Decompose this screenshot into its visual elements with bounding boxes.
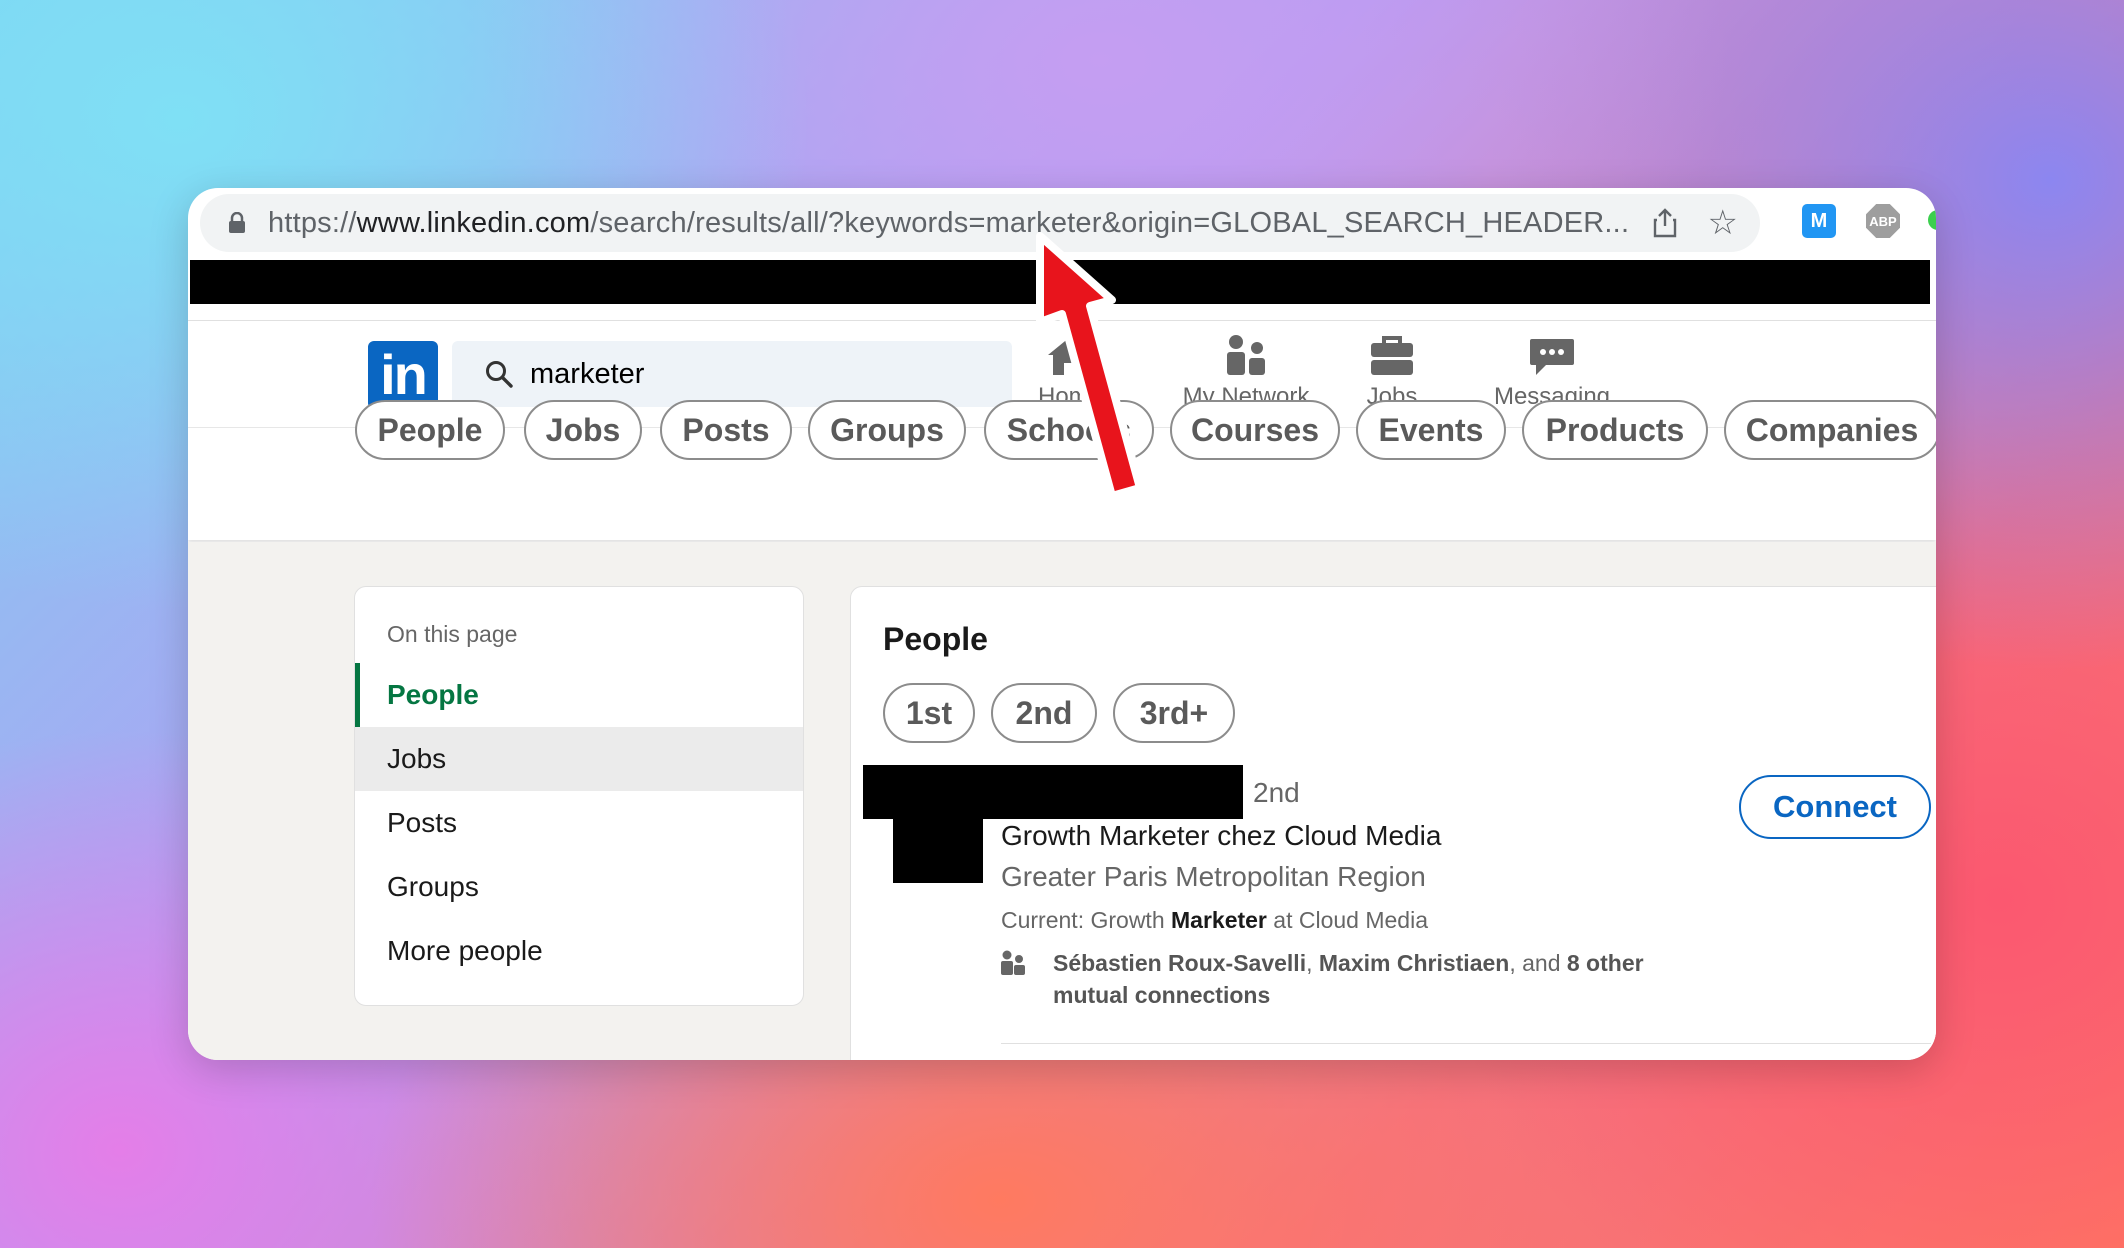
mutual-name-1: Sébastien Roux-Savelli	[1053, 950, 1307, 976]
filter-jobs[interactable]: Jobs	[524, 400, 642, 460]
sidebar-heading: On this page	[387, 621, 518, 647]
url-host: www.linkedin.com	[356, 206, 591, 239]
current-suffix: at Cloud Media	[1266, 907, 1428, 933]
search-icon	[484, 359, 514, 389]
sidebar-item-jobs[interactable]: Jobs	[355, 727, 803, 791]
url-text[interactable]: https://www.linkedin.com/search/results/…	[268, 207, 1629, 240]
connect-button[interactable]: Connect	[1739, 775, 1931, 839]
redacted-avatar	[893, 813, 983, 883]
result-location: Greater Paris Metropolitan Region	[1001, 861, 1426, 892]
current-prefix: Current: Growth	[1001, 907, 1171, 933]
mutual-name-2: Maxim Christiaen	[1318, 950, 1510, 976]
share-icon[interactable]	[1652, 208, 1678, 243]
redacted-bar	[190, 260, 1930, 304]
on-this-page-panel: On this page People Jobs Posts Groups Mo…	[354, 586, 804, 1006]
filter-3rd-plus[interactable]: 3rd+	[1113, 683, 1235, 743]
result-divider	[1001, 1043, 1931, 1044]
mutual-sep: ,	[1306, 950, 1319, 976]
search-box[interactable]	[452, 341, 1012, 407]
redacted-name	[863, 765, 1243, 819]
filter-1st[interactable]: 1st	[883, 683, 975, 743]
linkedin-logo[interactable]: in	[368, 341, 438, 409]
people-results-card: People 1st 2nd 3rd+ 2nd Growth Marketer …	[850, 586, 1936, 1060]
connection-degree: 2nd	[1253, 777, 1300, 808]
sidebar-item-posts[interactable]: Posts	[355, 791, 803, 855]
result-headline: Growth Marketer chez Cloud Media	[1001, 820, 1442, 851]
browser-window: https://www.linkedin.com/search/results/…	[188, 188, 1936, 1060]
filter-events[interactable]: Events	[1356, 400, 1506, 460]
network-icon	[1222, 333, 1270, 377]
adblock-extension-icon[interactable]: ABP	[1866, 204, 1900, 238]
result-mutual-connections[interactable]: Sébastien Roux-Savelli, Maxim Christiaen…	[1001, 947, 1721, 1011]
mutual-and: , and	[1509, 950, 1567, 976]
home-icon	[1046, 333, 1094, 377]
briefcase-icon	[1368, 333, 1416, 377]
address-bar[interactable]: https://www.linkedin.com/search/results/…	[200, 194, 1760, 252]
filter-people[interactable]: People	[355, 400, 505, 460]
search-input[interactable]	[528, 356, 992, 392]
current-highlight: Marketer	[1171, 907, 1267, 933]
messaging-icon	[1528, 333, 1576, 377]
filter-posts[interactable]: Posts	[660, 400, 792, 460]
extension-icon-3[interactable]	[1928, 210, 1936, 230]
sidebar-item-people[interactable]: People	[355, 663, 803, 727]
content-area: On this page People Jobs Posts Groups Mo…	[188, 542, 1936, 1060]
filter-groups[interactable]: Groups	[808, 400, 966, 460]
filter-companies[interactable]: Companies	[1724, 400, 1936, 460]
filter-products[interactable]: Products	[1522, 400, 1708, 460]
url-prefix: https://	[268, 206, 357, 239]
extension-icon-1[interactable]: M	[1802, 204, 1836, 238]
bookmark-star-icon[interactable]: ☆	[1708, 206, 1738, 240]
people-section-title: People	[883, 621, 988, 657]
filter-2nd[interactable]: 2nd	[991, 683, 1097, 743]
url-path: /search/results/all/?keywords=marketer&o…	[590, 206, 1630, 239]
lock-icon	[228, 211, 246, 234]
filter-courses[interactable]: Courses	[1170, 400, 1340, 460]
filter-schools[interactable]: Schools	[984, 400, 1154, 460]
result-current-position: Current: Growth Marketer at Cloud Media	[1001, 907, 1428, 934]
sidebar-item-groups[interactable]: Groups	[355, 855, 803, 919]
sidebar-item-more-people[interactable]: More people	[355, 919, 803, 983]
